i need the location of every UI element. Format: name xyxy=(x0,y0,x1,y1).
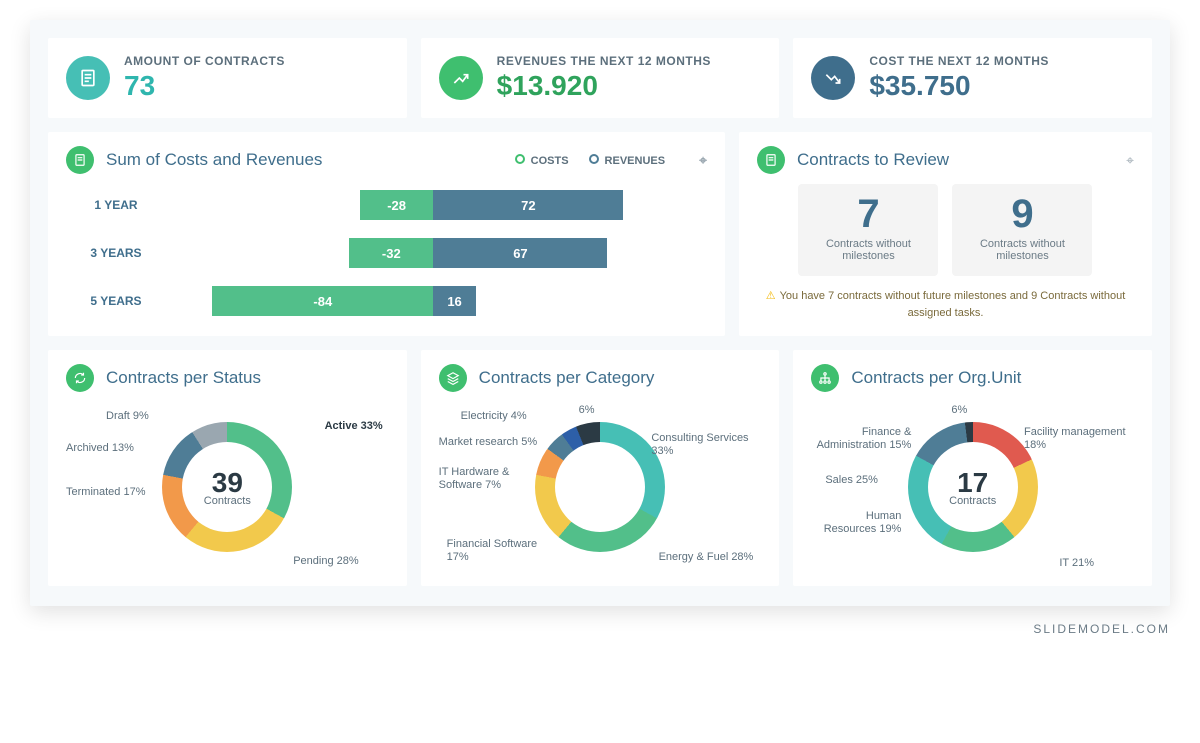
bar-row: 5 YEARS -84 16 xyxy=(76,286,697,316)
slice-label: Terminated 17% xyxy=(66,486,146,499)
bar-value-neg: -84 xyxy=(313,294,332,309)
metric-contracts-value: 73 xyxy=(124,70,285,102)
review-warning: ⚠You have 7 contracts without future mil… xyxy=(757,288,1134,321)
mid-row: Sum of Costs and Revenues COSTS REVENUES… xyxy=(48,132,1152,336)
review-sub: Contracts without milestones xyxy=(960,238,1084,262)
slice-label: Human Resources 19% xyxy=(811,510,901,536)
review-num: 7 xyxy=(806,194,930,234)
sum-chart-card: Sum of Costs and Revenues COSTS REVENUES… xyxy=(48,132,725,336)
metric-contracts-title: AMOUNT OF CONTRACTS xyxy=(124,54,285,68)
bar-label: 1 YEAR xyxy=(76,198,156,212)
bar-label: 5 YEARS xyxy=(76,294,156,308)
target-icon[interactable]: ⌖ xyxy=(1126,152,1134,169)
metric-revenues-title: REVENUES THE NEXT 12 MONTHS xyxy=(497,54,711,68)
trend-down-icon xyxy=(811,56,855,100)
bar-value-pos: 67 xyxy=(513,246,527,261)
legend-costs: COSTS xyxy=(515,154,569,167)
sheet-icon xyxy=(66,146,94,174)
slice-label: Pending 28% xyxy=(293,555,358,568)
metric-cost: COST THE NEXT 12 MONTHS $35.750 xyxy=(793,38,1152,118)
slice-label: Sales 25% xyxy=(825,474,878,487)
sum-chart: 1 YEAR -28 72 3 YEARS -32 67 5 YEARS xyxy=(66,184,707,322)
bar-row: 1 YEAR -28 72 xyxy=(76,190,697,220)
slice-label: Energy & Fuel 28% xyxy=(659,551,754,564)
slice-label: Archived 13% xyxy=(66,442,134,455)
refresh-icon xyxy=(66,364,94,392)
bar-value-pos: 72 xyxy=(521,198,535,213)
hierarchy-icon xyxy=(811,364,839,392)
review-title: Contracts to Review xyxy=(797,150,949,170)
note-icon xyxy=(757,146,785,174)
metric-revenues-value: $13.920 xyxy=(497,70,711,102)
review-box-tasks[interactable]: 9 Contracts without milestones xyxy=(952,184,1092,276)
slice-label: 6% xyxy=(951,404,967,417)
slice-label: Consulting Services 33% xyxy=(651,432,761,458)
status-title: Contracts per Status xyxy=(106,368,261,388)
org-title: Contracts per Org.Unit xyxy=(851,368,1021,388)
metric-revenues: REVENUES THE NEXT 12 MONTHS $13.920 xyxy=(421,38,780,118)
legend-revenues: REVENUES xyxy=(589,154,666,167)
bar-row: 3 YEARS -32 67 xyxy=(76,238,697,268)
category-donut: Consulting Services 33% Energy & Fuel 28… xyxy=(439,402,762,572)
trend-up-icon xyxy=(439,56,483,100)
sum-chart-title: Sum of Costs and Revenues xyxy=(106,150,322,170)
review-box-milestones[interactable]: 7 Contracts without milestones xyxy=(798,184,938,276)
bar-value-neg: -28 xyxy=(387,198,406,213)
org-card: Contracts per Org.Unit 17 Contracts Faci… xyxy=(793,350,1152,586)
document-icon xyxy=(66,56,110,100)
slice-label: Financial Software 17% xyxy=(447,538,557,564)
review-card: Contracts to Review ⌖ 7 Contracts withou… xyxy=(739,132,1152,336)
status-donut: 39 Contracts Active 33% Pending 28% Term… xyxy=(66,402,389,572)
org-donut: 17 Contracts Facility management 18% IT … xyxy=(811,402,1134,572)
metrics-row: AMOUNT OF CONTRACTS 73 REVENUES THE NEXT… xyxy=(48,38,1152,118)
review-num: 9 xyxy=(960,194,1084,234)
bar-label: 3 YEARS xyxy=(76,246,156,260)
slice-label: Market research 5% xyxy=(439,436,537,449)
donut-center-label: Contracts xyxy=(204,495,251,507)
warning-icon: ⚠ xyxy=(766,290,776,302)
category-title: Contracts per Category xyxy=(479,368,655,388)
review-sub: Contracts without milestones xyxy=(806,238,930,262)
metric-contracts: AMOUNT OF CONTRACTS 73 xyxy=(48,38,407,118)
target-icon[interactable]: ⌖ xyxy=(699,152,707,169)
status-card: Contracts per Status 39 Contracts Active… xyxy=(48,350,407,586)
slice-label: IT 21% xyxy=(1059,557,1094,570)
footer-brand: SLIDEMODEL.COM xyxy=(30,622,1170,636)
donut-center-label: Contracts xyxy=(949,495,996,507)
slice-label: Active 33% xyxy=(325,420,383,433)
category-card: Contracts per Category Consulting Servic… xyxy=(421,350,780,586)
bar-value-pos: 16 xyxy=(447,294,461,309)
slice-label: Draft 9% xyxy=(106,410,149,423)
bottom-row: Contracts per Status 39 Contracts Active… xyxy=(48,350,1152,586)
sum-chart-legend: COSTS REVENUES ⌖ xyxy=(515,152,707,169)
metric-cost-value: $35.750 xyxy=(869,70,1049,102)
bar-value-neg: -32 xyxy=(382,246,401,261)
slice-label: IT Hardware & Software 7% xyxy=(439,466,549,492)
metric-cost-title: COST THE NEXT 12 MONTHS xyxy=(869,54,1049,68)
dashboard: AMOUNT OF CONTRACTS 73 REVENUES THE NEXT… xyxy=(30,20,1170,606)
slice-label: 6% xyxy=(579,404,595,417)
slice-label: Electricity 4% xyxy=(461,410,527,423)
layers-icon xyxy=(439,364,467,392)
slice-label: Facility management 18% xyxy=(1024,426,1134,452)
slice-label: Finance & Administration 15% xyxy=(811,426,911,452)
